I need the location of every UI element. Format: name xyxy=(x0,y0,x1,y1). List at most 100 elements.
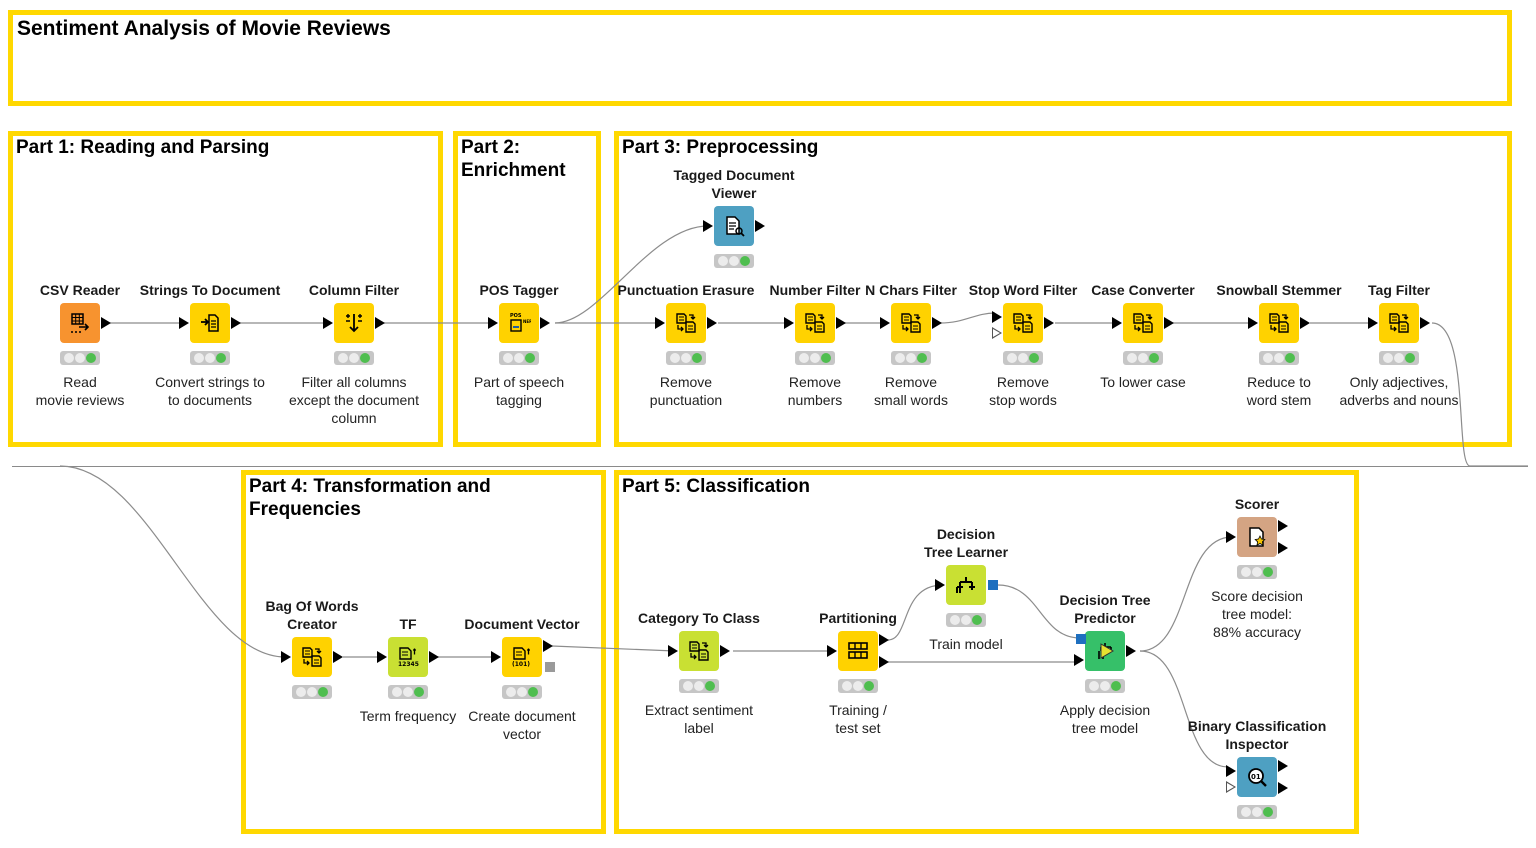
input-port[interactable] xyxy=(1368,317,1378,329)
input-port[interactable] xyxy=(1074,654,1084,666)
node-name[interactable]: Tag Filter xyxy=(1319,281,1479,299)
node-name[interactable]: Category To Class xyxy=(619,609,779,627)
node-annotation[interactable]: Training / test set xyxy=(768,701,948,737)
output-port[interactable] xyxy=(540,317,550,329)
node-body[interactable] xyxy=(679,631,719,671)
output-port[interactable] xyxy=(1044,317,1054,329)
output-port[interactable] xyxy=(543,640,553,652)
model-input-port[interactable] xyxy=(1076,634,1086,644)
status-traffic-light xyxy=(1237,565,1277,579)
status-traffic-light xyxy=(891,351,931,365)
node-annotation[interactable]: Extract sentiment label xyxy=(609,701,789,737)
inactive-output-port[interactable] xyxy=(545,662,555,672)
output-port[interactable] xyxy=(707,317,717,329)
output-port[interactable] xyxy=(231,317,241,329)
node-body[interactable] xyxy=(714,206,754,246)
status-traffic-light xyxy=(334,351,374,365)
input-port[interactable] xyxy=(281,651,291,663)
output-port[interactable] xyxy=(1300,317,1310,329)
output-port[interactable] xyxy=(375,317,385,329)
input-port[interactable] xyxy=(992,311,1002,323)
node-name[interactable]: Document Vector xyxy=(442,615,602,633)
node-name[interactable]: Column Filter xyxy=(274,281,434,299)
optional-input-port[interactable] xyxy=(1226,781,1236,793)
node-name[interactable]: POS Tagger xyxy=(439,281,599,299)
status-light-off xyxy=(402,687,413,697)
node-name[interactable]: Tagged Document Viewer xyxy=(654,166,814,202)
status-light-off xyxy=(809,353,820,363)
document-transform-icon xyxy=(803,311,827,335)
node-annotation[interactable]: Train model xyxy=(876,635,1056,653)
output-port[interactable] xyxy=(755,220,765,232)
optional-input-port[interactable] xyxy=(992,327,1002,339)
node-body[interactable]: (101) xyxy=(502,637,542,677)
output-port[interactable] xyxy=(429,651,439,663)
input-port[interactable] xyxy=(668,645,678,657)
status-light-green xyxy=(705,681,716,691)
node-body[interactable] xyxy=(946,565,986,605)
node-annotation[interactable]: Only adjectives, adverbs and nouns xyxy=(1309,373,1489,409)
node-name[interactable]: Binary Classification Inspector xyxy=(1177,717,1337,753)
output-port[interactable] xyxy=(836,317,846,329)
node-annotation[interactable]: Apply decision tree model xyxy=(1015,701,1195,737)
status-light-off xyxy=(1240,807,1251,817)
node-name[interactable]: Strings To Document xyxy=(130,281,290,299)
node-body[interactable]: POS NER xyxy=(499,303,539,343)
input-port[interactable] xyxy=(655,317,665,329)
input-port[interactable] xyxy=(703,220,713,232)
node-body[interactable] xyxy=(190,303,230,343)
model-output-port[interactable] xyxy=(988,580,998,590)
input-port[interactable] xyxy=(488,317,498,329)
output-port[interactable] xyxy=(1278,542,1288,554)
node-body[interactable] xyxy=(1123,303,1163,343)
input-port[interactable] xyxy=(1226,531,1236,543)
input-port[interactable] xyxy=(179,317,189,329)
node-name[interactable]: Decision Tree Predictor xyxy=(1025,591,1185,627)
output-port[interactable] xyxy=(1420,317,1430,329)
node-body[interactable] xyxy=(1085,631,1125,671)
input-port[interactable] xyxy=(323,317,333,329)
node-body[interactable] xyxy=(1003,303,1043,343)
output-port[interactable] xyxy=(1278,760,1288,772)
input-port[interactable] xyxy=(1112,317,1122,329)
node-annotation[interactable]: Create document vector xyxy=(432,707,612,743)
node-body[interactable] xyxy=(891,303,931,343)
document-view-icon xyxy=(722,214,746,238)
node-body[interactable] xyxy=(666,303,706,343)
svg-text:(101): (101) xyxy=(512,661,530,668)
node-body[interactable] xyxy=(1259,303,1299,343)
node-body[interactable] xyxy=(838,631,878,671)
output-port[interactable] xyxy=(720,645,730,657)
status-traffic-light xyxy=(946,613,986,627)
node-name[interactable]: Decision Tree Learner xyxy=(886,525,1046,561)
node-body[interactable] xyxy=(60,303,100,343)
output-port[interactable] xyxy=(1164,317,1174,329)
output-port[interactable] xyxy=(1278,520,1288,532)
output-port[interactable] xyxy=(333,651,343,663)
node-body[interactable] xyxy=(292,637,332,677)
node-body[interactable] xyxy=(795,303,835,343)
input-port[interactable] xyxy=(377,651,387,663)
output-port[interactable] xyxy=(101,317,111,329)
input-port[interactable] xyxy=(935,579,945,591)
node-body[interactable]: 12345 xyxy=(388,637,428,677)
input-port[interactable] xyxy=(491,651,501,663)
input-port[interactable] xyxy=(880,317,890,329)
node-body[interactable] xyxy=(334,303,374,343)
node-name[interactable]: Scorer xyxy=(1177,495,1337,513)
input-port[interactable] xyxy=(1248,317,1258,329)
output-port[interactable] xyxy=(932,317,942,329)
output-port[interactable] xyxy=(1126,645,1136,657)
output-port[interactable] xyxy=(879,656,889,668)
node-name[interactable]: Partitioning xyxy=(778,609,938,627)
output-port[interactable] xyxy=(1278,782,1288,794)
node-annotation[interactable]: Filter all columns except the document c… xyxy=(264,373,444,427)
node-body[interactable] xyxy=(1379,303,1419,343)
node-body[interactable] xyxy=(1237,517,1277,557)
node-body[interactable]: 01 xyxy=(1237,757,1277,797)
input-port[interactable] xyxy=(784,317,794,329)
input-port[interactable] xyxy=(827,645,837,657)
input-port[interactable] xyxy=(1226,765,1236,777)
node-annotation[interactable]: Score decision tree model: 88% accuracy xyxy=(1167,587,1347,641)
node-annotation[interactable]: Part of speech tagging xyxy=(429,373,609,409)
